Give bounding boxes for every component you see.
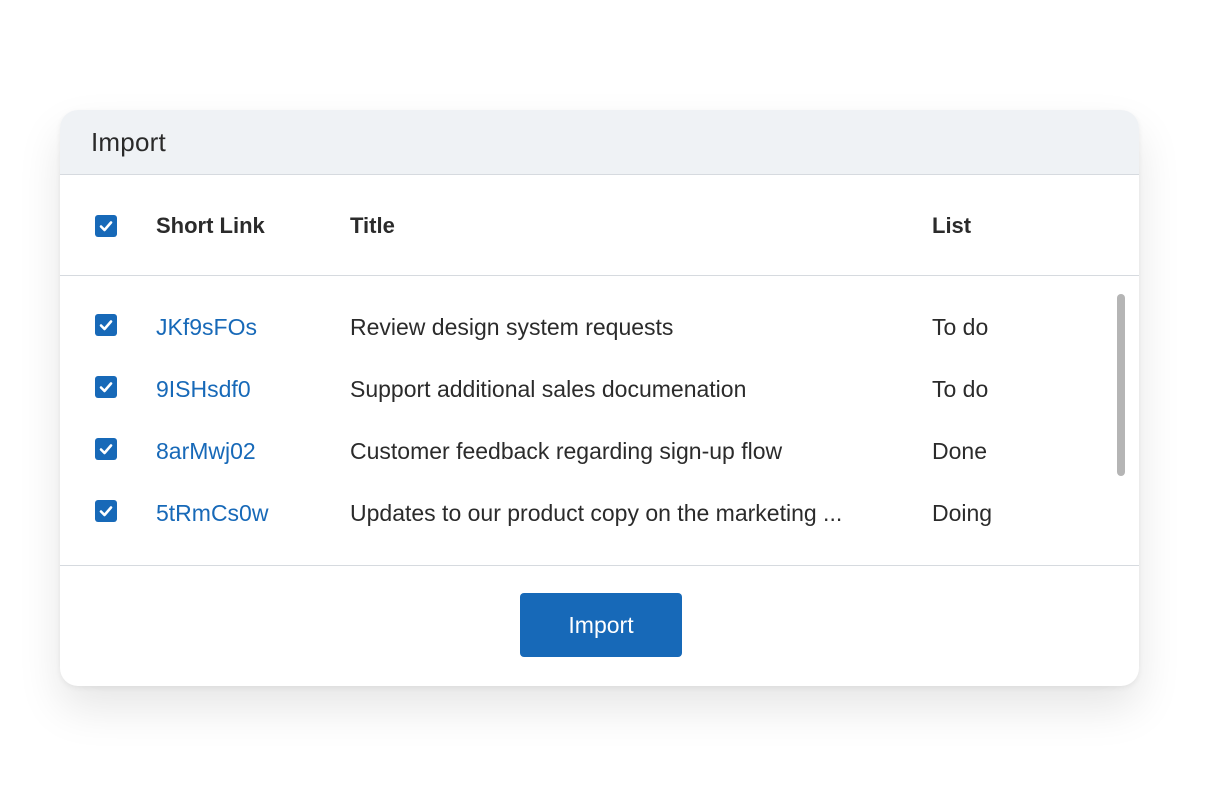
dialog-footer: Import (60, 566, 1139, 683)
short-link[interactable]: 5tRmCs0w (156, 500, 268, 527)
row-list: Done (932, 438, 987, 464)
checkmark-icon (99, 382, 113, 393)
row-checkbox[interactable] (95, 500, 117, 522)
row-checkbox[interactable] (95, 438, 117, 460)
page-background: Import Short Link Title List JKf9sFOs Re… (0, 0, 1208, 792)
row-checkbox[interactable] (95, 376, 117, 398)
table-row[interactable]: 9ISHsdf0 Support additional sales docume… (60, 368, 1100, 408)
import-button[interactable]: Import (520, 593, 682, 657)
dialog-title: Import (91, 126, 166, 157)
row-list: Doing (932, 500, 993, 526)
table-row[interactable]: JKf9sFOs Review design system requests T… (60, 306, 1100, 346)
table-header: Short Link Title List (60, 175, 1139, 276)
dialog-header: Import (60, 110, 1139, 175)
row-title: Review design system requests (350, 314, 674, 340)
row-title: Support additional sales documenation (350, 376, 747, 402)
row-checkbox[interactable] (95, 314, 117, 336)
column-header-short-link[interactable]: Short Link (156, 213, 265, 239)
vertical-scrollbar[interactable] (1117, 294, 1125, 476)
row-title: Updates to our product copy on the marke… (350, 500, 843, 526)
checkmark-icon (99, 444, 113, 455)
column-header-list[interactable]: List (932, 213, 971, 239)
import-dialog: Import Short Link Title List JKf9sFOs Re… (60, 110, 1139, 686)
checkmark-icon (99, 320, 113, 331)
short-link[interactable]: JKf9sFOs (156, 314, 257, 341)
table-body: JKf9sFOs Review design system requests T… (60, 276, 1139, 566)
checkmark-icon (99, 506, 113, 517)
short-link[interactable]: 8arMwj02 (156, 438, 256, 465)
table-row[interactable]: 8arMwj02 Customer feedback regarding sig… (60, 430, 1100, 470)
checkmark-icon (99, 221, 113, 232)
select-all-checkbox[interactable] (95, 215, 117, 237)
row-list: To do (932, 314, 989, 340)
row-list: To do (932, 376, 989, 402)
row-title: Customer feedback regarding sign-up flow (350, 438, 783, 464)
short-link[interactable]: 9ISHsdf0 (156, 376, 251, 403)
column-header-title[interactable]: Title (350, 213, 395, 239)
table-row[interactable]: 5tRmCs0w Updates to our product copy on … (60, 492, 1100, 532)
